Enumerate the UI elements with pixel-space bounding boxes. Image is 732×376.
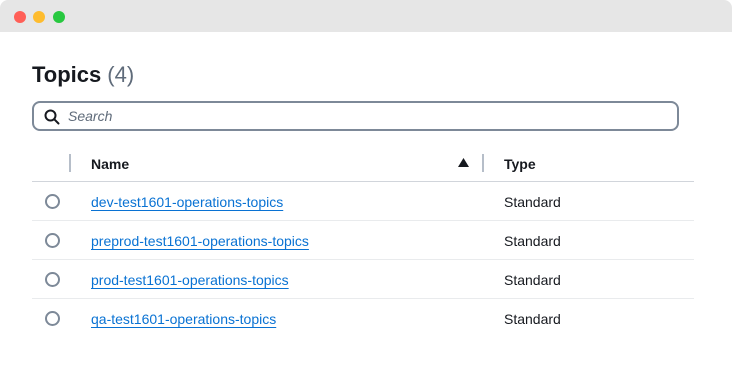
topic-name-link[interactable]: prod-test1601-operations-topics <box>91 272 289 288</box>
title-bar <box>0 0 732 32</box>
column-divider[interactable] <box>69 154 71 172</box>
page-heading: Topics (4) <box>32 62 134 92</box>
row-select-radio[interactable] <box>45 311 60 326</box>
close-window-button[interactable] <box>14 11 26 23</box>
topic-type: Standard <box>504 311 561 327</box>
topic-count: (4) <box>107 62 135 87</box>
table-row: qa-test1601-operations-topics Standard <box>32 299 694 338</box>
column-divider[interactable] <box>482 154 484 172</box>
app-window: Topics (4) Name Type dev-test1601-operat… <box>0 0 732 376</box>
column-header-name[interactable]: Name <box>91 156 129 172</box>
topic-name-link[interactable]: qa-test1601-operations-topics <box>91 311 276 327</box>
table-row: prod-test1601-operations-topics Standard <box>32 260 694 299</box>
row-select-radio[interactable] <box>45 194 60 209</box>
topic-name-link[interactable]: dev-test1601-operations-topics <box>91 194 283 210</box>
topic-name-link[interactable]: preprod-test1601-operations-topics <box>91 233 309 249</box>
page-title: Topics <box>32 62 102 87</box>
topic-type: Standard <box>504 233 561 249</box>
table-row: preprod-test1601-operations-topics Stand… <box>32 221 694 260</box>
maximize-window-button[interactable] <box>53 11 65 23</box>
search-icon <box>44 109 60 125</box>
topic-type: Standard <box>504 194 561 210</box>
table-row: dev-test1601-operations-topics Standard <box>32 182 694 221</box>
topics-table: Name Type dev-test1601-operations-topics… <box>32 145 694 338</box>
table-header: Name Type <box>32 145 694 182</box>
sort-ascending-icon[interactable] <box>458 158 469 167</box>
search-box <box>32 101 679 131</box>
topic-type: Standard <box>504 272 561 288</box>
row-select-radio[interactable] <box>45 272 60 287</box>
search-input[interactable] <box>68 106 668 126</box>
column-header-type[interactable]: Type <box>504 156 536 172</box>
row-select-radio[interactable] <box>45 233 60 248</box>
minimize-window-button[interactable] <box>33 11 45 23</box>
